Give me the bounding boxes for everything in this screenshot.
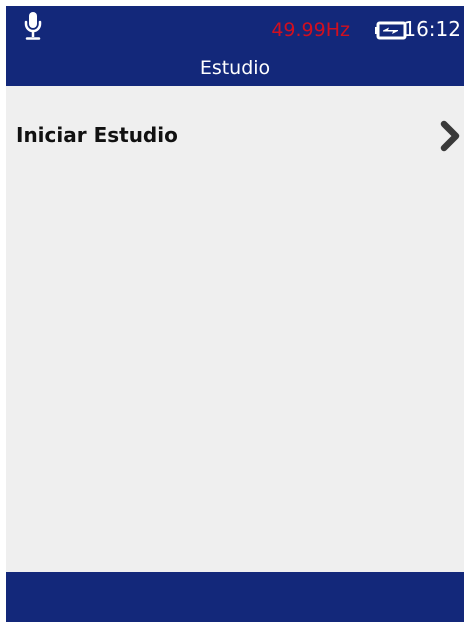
device-screen: 49.99Hz 16:12 Estudio Iniciar Estudio [6,6,464,622]
microphone-icon [24,12,42,40]
battery-charging-icon [375,21,407,40]
clock: 16:12 [403,17,461,41]
page-title: Estudio [199,57,271,79]
menu-list: Iniciar Estudio [6,86,464,572]
menu-item-label: Iniciar Estudio [16,123,178,147]
menu-item-iniciar-estudio[interactable]: Iniciar Estudio [6,110,464,160]
chevron-right-icon [440,120,460,152]
footer-bar [6,572,464,622]
frequency-readout: 49.99Hz [271,19,350,41]
header-bar: 49.99Hz 16:12 Estudio [6,6,464,86]
